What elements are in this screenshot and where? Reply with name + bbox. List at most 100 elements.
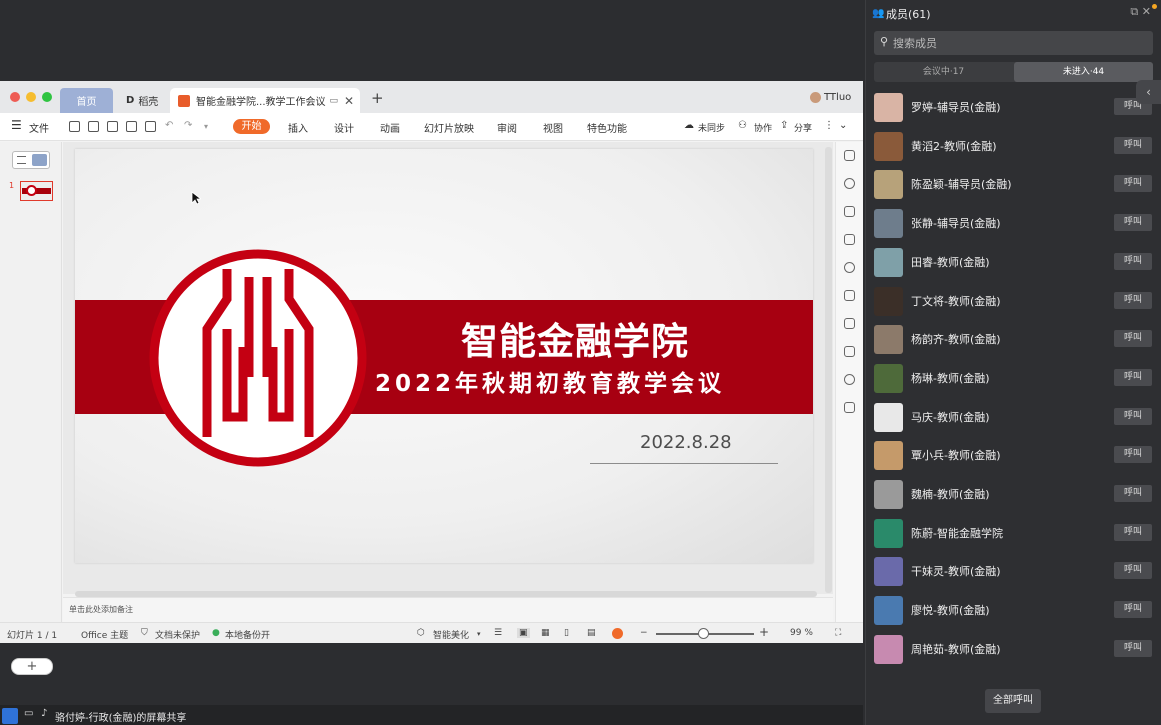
animation-pane-icon[interactable] (844, 234, 855, 245)
tab-animation[interactable]: 动画 (380, 120, 400, 135)
call-button[interactable]: 呼叫 (1114, 523, 1152, 541)
tab-view[interactable]: 视图 (543, 120, 563, 135)
tab-special[interactable]: 特色功能 (587, 120, 627, 135)
undo-icon[interactable]: ↶ (165, 120, 173, 131)
call-all-button[interactable]: 全部呼叫 (985, 689, 1041, 713)
adjust-icon[interactable] (844, 346, 855, 357)
zoom-level[interactable]: 99 % (790, 628, 813, 638)
call-button[interactable]: 呼叫 (1114, 446, 1152, 464)
window-minimize-dot[interactable] (26, 92, 36, 102)
save-icon[interactable] (88, 121, 99, 132)
tab-review[interactable]: 审阅 (497, 120, 517, 135)
image-icon[interactable] (844, 402, 855, 413)
vertical-scrollbar[interactable] (825, 147, 832, 593)
member-row[interactable]: 廖悦-教师(金融) 呼叫 (866, 591, 1161, 629)
quick-access-dropdown-icon[interactable]: ▾ (204, 122, 208, 131)
member-row[interactable]: 丁文将-教师(金融) 呼叫 (866, 282, 1161, 320)
slide[interactable]: 智能金融学院 2022年秋期初教育教学会议 2022.8.28 (75, 149, 813, 563)
search-input[interactable] (893, 34, 1143, 52)
more-icon[interactable]: ⋮ (824, 120, 834, 131)
call-button[interactable]: 呼叫 (1114, 639, 1152, 657)
pin-icon[interactable] (844, 318, 855, 329)
print-icon[interactable] (126, 121, 137, 132)
zoom-slider-handle[interactable] (698, 628, 709, 639)
member-row[interactable]: 魏楠-教师(金融) 呼叫 (866, 475, 1161, 513)
call-button[interactable]: 呼叫 (1114, 214, 1152, 232)
user-icon[interactable] (2, 708, 18, 724)
theme-name[interactable]: Office 主题 (81, 628, 128, 641)
panel-popout-close-icons[interactable]: ⧉ ✕ (1130, 5, 1151, 19)
play-slideshow-icon[interactable] (612, 628, 623, 639)
export-pdf-icon[interactable] (107, 121, 118, 132)
tab-daoke[interactable]: D 稻壳 (118, 88, 166, 113)
member-row[interactable]: 杨韵齐-教师(金融) 呼叫 (866, 320, 1161, 358)
slide-thumbnail[interactable] (20, 181, 53, 201)
zoom-out-icon[interactable]: − (640, 628, 648, 638)
comment-icon[interactable] (844, 150, 855, 161)
tab-not-joined[interactable]: 未进入·44 (1014, 62, 1153, 82)
member-row[interactable]: 陈盈颖-辅导员(金融) 呼叫 (866, 165, 1161, 203)
call-button[interactable]: 呼叫 (1114, 330, 1152, 348)
call-button[interactable]: 呼叫 (1114, 562, 1152, 580)
collapse-ribbon-icon[interactable]: ⌄ (839, 120, 847, 131)
member-row[interactable]: 张静-辅导员(金融) 呼叫 (866, 204, 1161, 242)
file-menu[interactable]: 文件 (29, 120, 49, 135)
presenter-icon[interactable]: ▤ (587, 628, 596, 638)
member-row[interactable]: 干妹灵-教师(金融) 呼叫 (866, 552, 1161, 590)
account-badge[interactable]: TTluo (810, 92, 851, 103)
menu-icon[interactable]: ☰ (11, 118, 22, 132)
call-button[interactable]: 呼叫 (1114, 407, 1152, 425)
call-button[interactable]: 呼叫 (1114, 485, 1152, 502)
share-button[interactable]: 分享 (794, 121, 812, 134)
member-row[interactable]: 罗婷-辅导员(金融) 呼叫 (866, 88, 1161, 126)
call-button[interactable]: 呼叫 (1114, 368, 1152, 386)
reading-view-icon[interactable]: ▯ (564, 628, 569, 638)
outline-view-icon[interactable]: ☰ (494, 628, 502, 638)
backup-status[interactable]: 本地备份开 (225, 628, 270, 641)
tab-design[interactable]: 设计 (334, 120, 354, 135)
call-button[interactable]: 呼叫 (1114, 252, 1152, 270)
call-button[interactable]: 呼叫 (1114, 601, 1152, 619)
call-button[interactable]: 呼叫 (1114, 291, 1152, 309)
member-row[interactable]: 田睿-教师(金融) 呼叫 (866, 243, 1161, 281)
member-row[interactable]: 杨琳-教师(金融) 呼叫 (866, 359, 1161, 397)
member-row[interactable]: 周艳茹-教师(金融) 呼叫 (866, 630, 1161, 668)
member-row[interactable]: 陈蔚-智能金融学院 呼叫 (866, 514, 1161, 552)
collapse-panel-icon[interactable]: ‹ (1136, 80, 1161, 104)
tab-document[interactable]: 智能金融学院...教学工作会议 ▭ ✕ (170, 88, 360, 113)
member-row[interactable]: 马庆-教师(金融) 呼叫 (866, 398, 1161, 436)
shapes-icon[interactable] (844, 178, 855, 189)
beautify-button[interactable]: 智能美化 (433, 628, 469, 641)
redo-icon[interactable]: ↷ (184, 120, 192, 131)
beautify-dropdown-icon[interactable]: ▾ (477, 630, 481, 638)
collab-button[interactable]: 协作 (754, 121, 772, 134)
add-slide-button[interactable]: + (11, 658, 53, 675)
tab-start[interactable]: 开始 (233, 119, 270, 134)
window-close-dot[interactable] (10, 92, 20, 102)
tab-in-meeting[interactable]: 会议中·17 (874, 62, 1013, 82)
tab-home[interactable]: 首页 (60, 88, 113, 113)
window-maximize-dot[interactable] (42, 92, 52, 102)
call-button[interactable]: 呼叫 (1114, 175, 1152, 193)
protect-status[interactable]: 文档未保护 (155, 628, 200, 641)
open-icon[interactable] (69, 121, 80, 132)
member-row[interactable]: 黄滔2-教师(金融) 呼叫 (866, 127, 1161, 165)
zoom-in-icon[interactable]: + (759, 625, 769, 639)
preview-icon[interactable] (145, 121, 156, 132)
close-tab-icon[interactable]: ✕ (344, 94, 354, 108)
fill-icon[interactable] (844, 206, 855, 217)
sorter-view-icon[interactable]: ▦ (541, 628, 550, 638)
fit-window-icon[interactable]: ⛶ (835, 628, 841, 638)
tab-slideshow[interactable]: 幻灯片放映 (424, 120, 474, 135)
call-button[interactable]: 呼叫 (1114, 136, 1152, 154)
member-search[interactable]: ⚲ (874, 31, 1153, 55)
member-row[interactable]: 覃小兵-教师(金融) 呼叫 (866, 436, 1161, 474)
new-tab-button[interactable]: + (371, 89, 384, 107)
normal-view-icon[interactable]: ▣ (517, 628, 530, 638)
settings-icon[interactable] (844, 262, 855, 273)
sync-status[interactable]: 未同步 (698, 121, 725, 134)
notes-area[interactable]: 单击此处添加备注 (63, 597, 833, 622)
copy-icon[interactable] (844, 290, 855, 301)
history-icon[interactable] (844, 374, 855, 385)
view-toggle[interactable] (12, 151, 50, 169)
